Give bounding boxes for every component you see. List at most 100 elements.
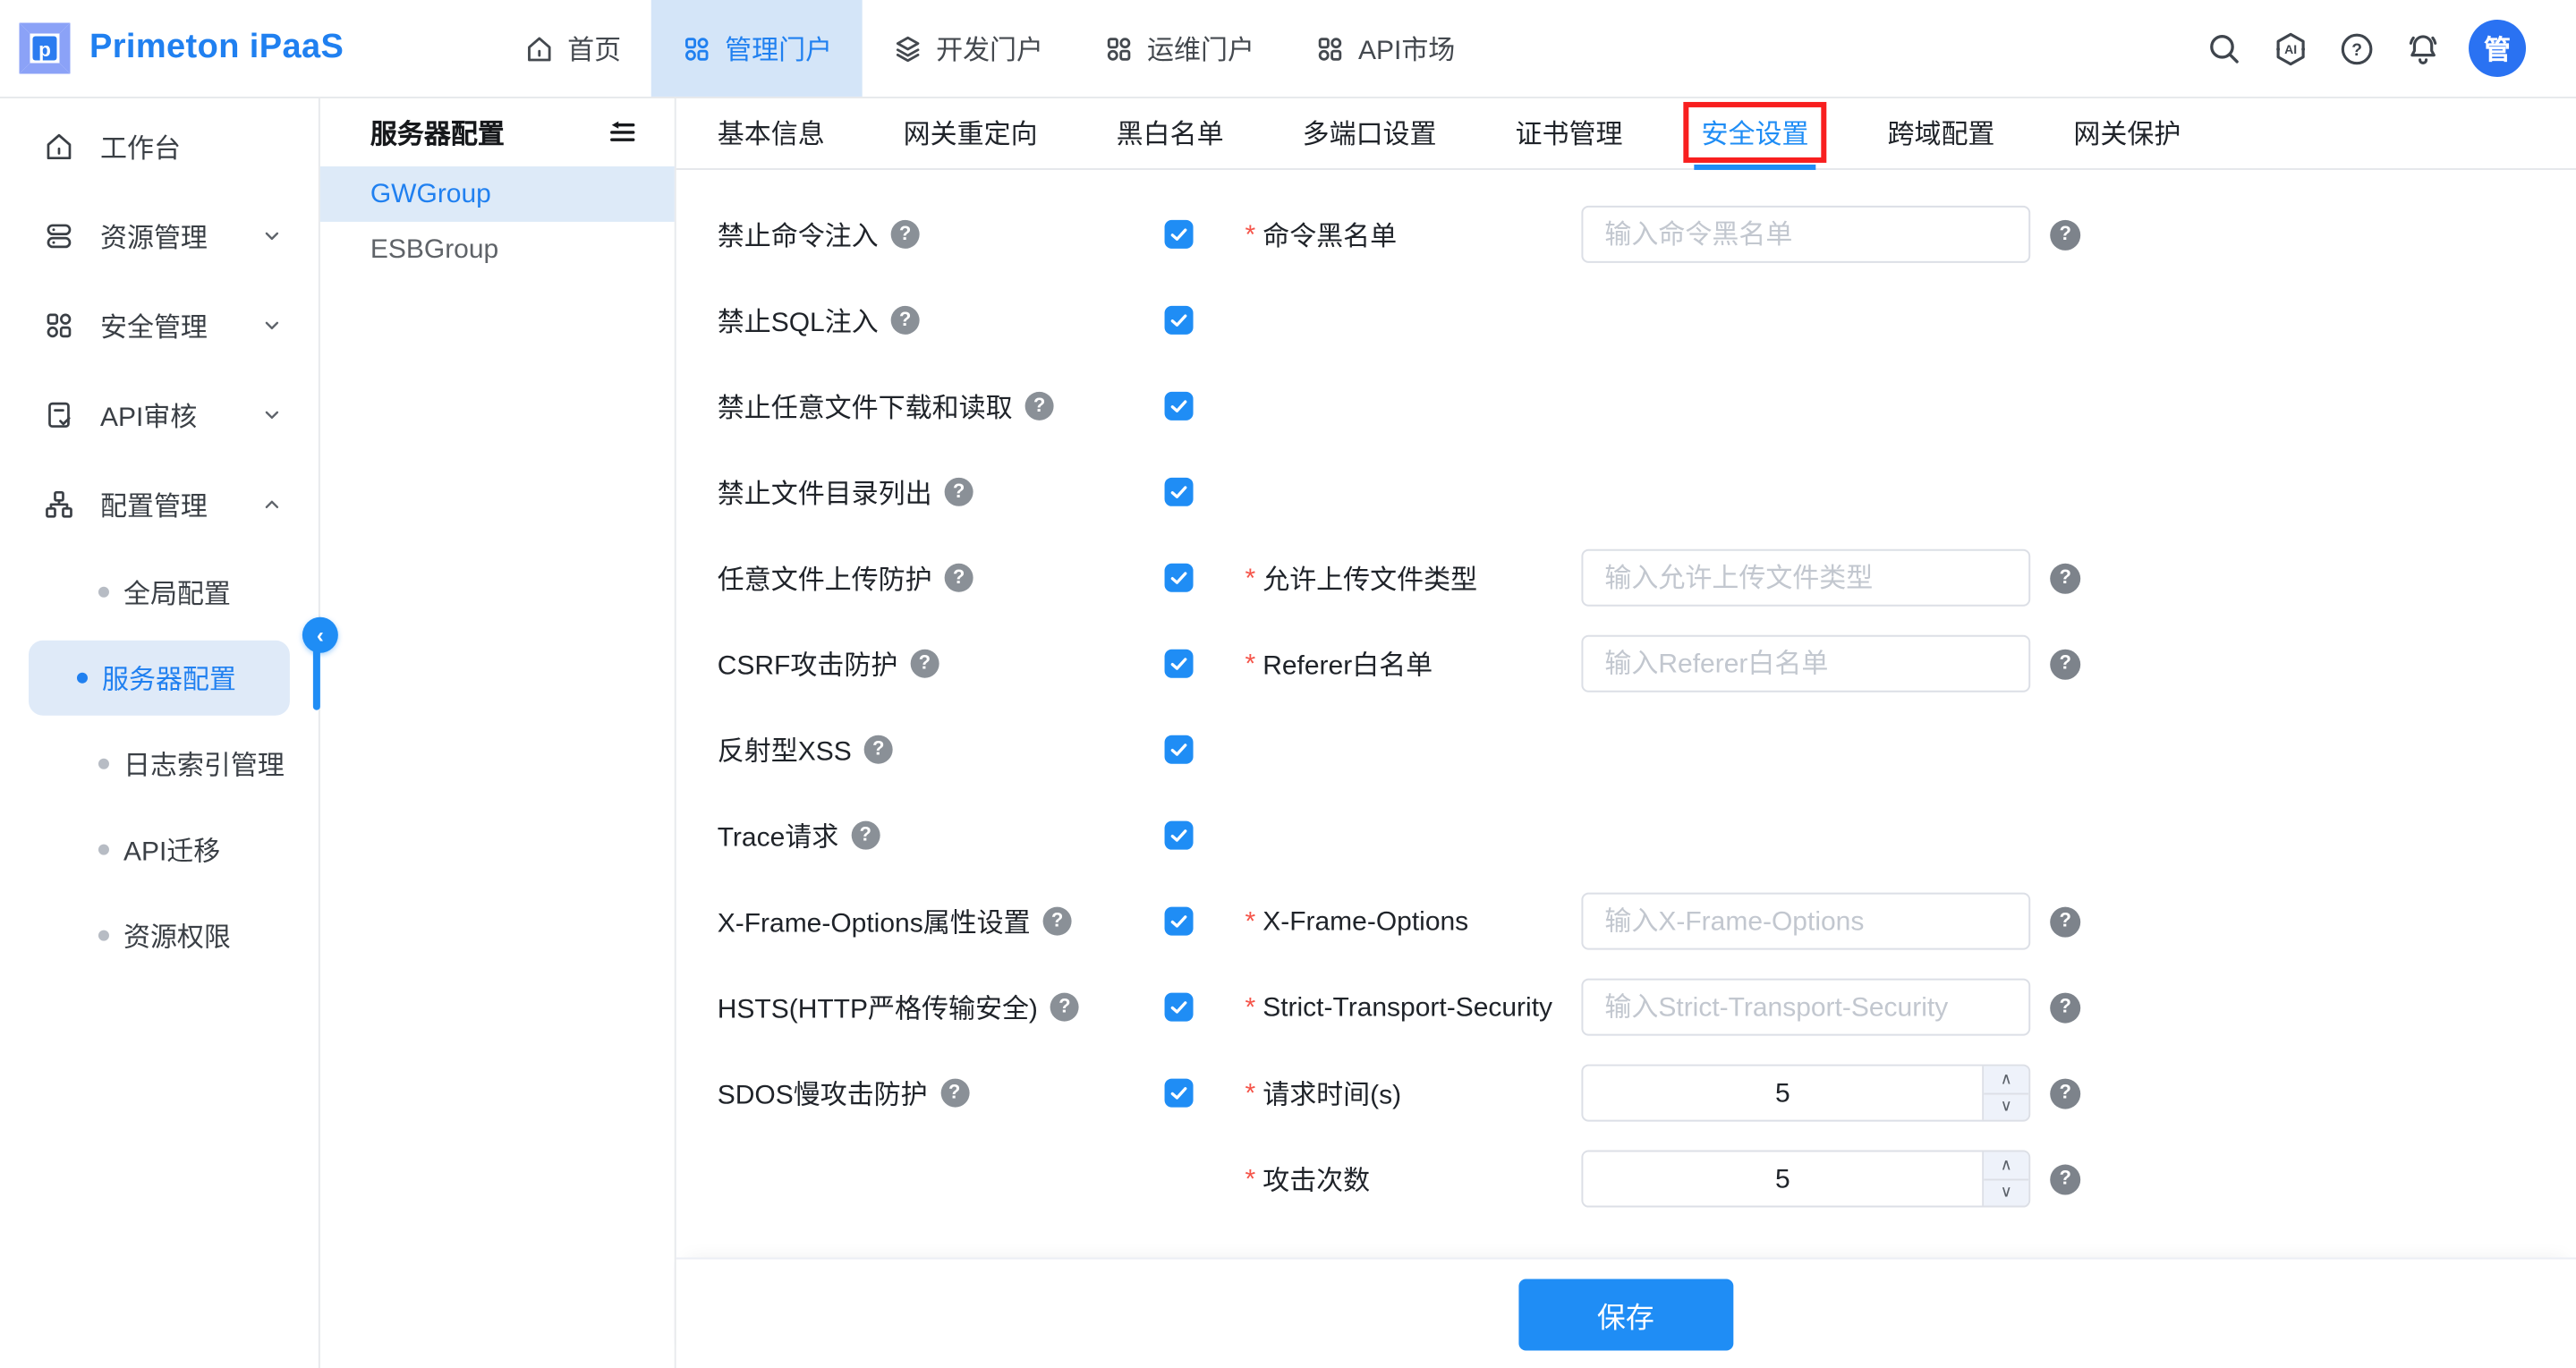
setting-label: 禁止SQL注入 xyxy=(718,302,879,339)
help-icon[interactable] xyxy=(2050,219,2080,250)
sidebar-item-security-mgmt[interactable]: 安全管理 xyxy=(0,281,319,370)
tab-multiport[interactable]: 多端口设置 xyxy=(1303,98,1437,168)
help-icon[interactable] xyxy=(2050,1078,2080,1109)
help-icon[interactable] xyxy=(1025,392,1054,421)
stepper-down-button[interactable]: ∨ xyxy=(1984,1094,2028,1120)
help-icon[interactable] xyxy=(851,821,880,850)
home-icon xyxy=(43,131,75,163)
help-icon[interactable] xyxy=(2050,563,2080,593)
tab-basic-info[interactable]: 基本信息 xyxy=(718,98,825,168)
nav-item-admin-portal[interactable]: 管理门户 xyxy=(651,0,863,97)
tab-gateway-protection[interactable]: 网关保护 xyxy=(2073,98,2181,168)
sidebar-subitem-global-config[interactable]: 全局配置 xyxy=(0,549,319,635)
help-icon[interactable] xyxy=(910,650,939,678)
help-icon[interactable] xyxy=(945,478,973,506)
help-icon[interactable] xyxy=(1043,907,1072,936)
sidebar-item-workbench[interactable]: 工作台 xyxy=(0,102,319,191)
attack-count-value[interactable] xyxy=(1583,1152,1982,1206)
help-icon[interactable]: ? xyxy=(2336,29,2376,68)
checkbox[interactable] xyxy=(1165,392,1194,421)
sidebar-subitem-server-config[interactable]: 服务器配置 xyxy=(29,641,290,716)
field-label: Referer白名单 xyxy=(1262,645,1433,683)
sidebar-item-resource-mgmt[interactable]: 资源管理 xyxy=(0,191,319,281)
search-icon[interactable] xyxy=(2204,29,2243,68)
nav-item-ops-portal[interactable]: 运维门户 xyxy=(1074,0,1285,97)
request-time-value[interactable] xyxy=(1583,1066,1982,1120)
checkbox[interactable] xyxy=(1165,650,1194,678)
top-actions: AI ? 管 xyxy=(2204,0,2576,97)
sidebar-item-config-mgmt[interactable]: 配置管理 xyxy=(0,460,319,549)
help-icon[interactable] xyxy=(864,735,893,764)
checkbox[interactable] xyxy=(1165,907,1194,936)
stepper-up-button[interactable]: ∧ xyxy=(1984,1066,2028,1094)
tab-security-settings[interactable]: 安全设置 xyxy=(1702,98,1809,168)
command-blacklist-input[interactable] xyxy=(1581,206,2030,263)
checkbox[interactable] xyxy=(1165,821,1194,850)
help-icon[interactable] xyxy=(891,220,920,249)
checkbox[interactable] xyxy=(1165,220,1194,249)
stepper-down-button[interactable]: ∨ xyxy=(1984,1180,2028,1206)
tab-blackwhite-list[interactable]: 黑白名单 xyxy=(1117,98,1224,168)
sidebar-subitem-label: 全局配置 xyxy=(123,574,231,611)
avatar[interactable]: 管 xyxy=(2469,20,2526,77)
help-icon[interactable] xyxy=(2050,1164,2080,1194)
field-label: 攻击次数 xyxy=(1262,1160,1370,1198)
help-icon[interactable] xyxy=(945,564,973,592)
attack-count-stepper: ∧ ∨ xyxy=(1581,1151,2030,1208)
sidebar-subitem-api-migration[interactable]: API迁移 xyxy=(0,807,319,893)
form-row: X-Frame-Options属性设置 X-Frame-Options xyxy=(718,879,2576,964)
strict-transport-security-input[interactable] xyxy=(1581,979,2030,1036)
server-group-gwgroup[interactable]: GWGroup xyxy=(320,166,674,222)
checkbox[interactable] xyxy=(1165,306,1194,335)
tab-gateway-redirect[interactable]: 网关重定向 xyxy=(904,98,1038,168)
sidebar-subitem-resource-permission[interactable]: 资源权限 xyxy=(0,893,319,979)
collapse-list-icon[interactable] xyxy=(606,116,638,149)
ai-icon[interactable]: AI xyxy=(2270,29,2309,68)
bullet-dot-icon xyxy=(98,930,109,941)
stepper-up-button[interactable]: ∧ xyxy=(1984,1152,2028,1180)
help-icon[interactable] xyxy=(2050,906,2080,937)
svg-text:AI: AI xyxy=(2283,41,2296,55)
setting-label: HSTS(HTTP严格传输安全) xyxy=(718,989,1038,1026)
bell-icon[interactable] xyxy=(2402,29,2442,68)
sidebar-collapse-button[interactable]: ‹ xyxy=(302,617,338,653)
checkbox[interactable] xyxy=(1165,735,1194,764)
form-row: 攻击次数 ∧ ∨ xyxy=(718,1136,2576,1222)
checkbox[interactable] xyxy=(1165,478,1194,506)
x-frame-options-input[interactable] xyxy=(1581,893,2030,950)
sidebar-item-label: API审核 xyxy=(100,396,197,434)
setting-label: 禁止任意文件下载和读取 xyxy=(718,387,1013,425)
save-button[interactable]: 保存 xyxy=(1518,1279,1733,1351)
required-marker xyxy=(1245,1164,1256,1194)
page-body: 工作台 资源管理 xyxy=(0,98,2576,1368)
checkbox[interactable] xyxy=(1165,993,1194,1022)
form-row: 禁止文件目录列出 xyxy=(718,449,2576,535)
help-icon[interactable] xyxy=(1050,993,1079,1022)
sidebar-item-api-audit[interactable]: API审核 xyxy=(0,370,319,460)
tab-certificate[interactable]: 证书管理 xyxy=(1516,98,1623,168)
setting-label: 反射型XSS xyxy=(718,731,852,769)
top-navigation: 首页 管理门户 开发门户 xyxy=(494,0,1485,97)
help-icon[interactable] xyxy=(940,1079,969,1108)
tab-cors-config[interactable]: 跨域配置 xyxy=(1887,98,1994,168)
setting-label: 禁止命令注入 xyxy=(718,216,879,253)
checkbox[interactable] xyxy=(1165,564,1194,592)
upload-filetype-input[interactable] xyxy=(1581,549,2030,607)
nav-item-dev-portal[interactable]: 开发门户 xyxy=(863,0,1074,97)
nav-item-label: 运维门户 xyxy=(1147,30,1254,67)
server-group-esbgroup[interactable]: ESBGroup xyxy=(320,222,674,277)
nav-item-home[interactable]: 首页 xyxy=(494,0,651,97)
brand-title: Primeton iPaaS xyxy=(89,29,344,68)
help-icon[interactable] xyxy=(2050,992,2080,1023)
checkbox[interactable] xyxy=(1165,1079,1194,1108)
panel-title: 服务器配置 xyxy=(370,114,505,151)
sidebar-subitem-label: 资源权限 xyxy=(123,917,231,955)
nav-item-api-market[interactable]: API市场 xyxy=(1285,0,1485,97)
chevron-down-icon xyxy=(261,315,283,336)
form-row: HSTS(HTTP严格传输安全) Strict-Transport-Securi… xyxy=(718,964,2576,1050)
help-icon[interactable] xyxy=(891,306,920,335)
sidebar-subitem-log-index[interactable]: 日志索引管理 xyxy=(0,721,319,807)
help-icon[interactable] xyxy=(2050,649,2080,679)
referer-whitelist-input[interactable] xyxy=(1581,635,2030,692)
required-marker xyxy=(1245,992,1256,1023)
